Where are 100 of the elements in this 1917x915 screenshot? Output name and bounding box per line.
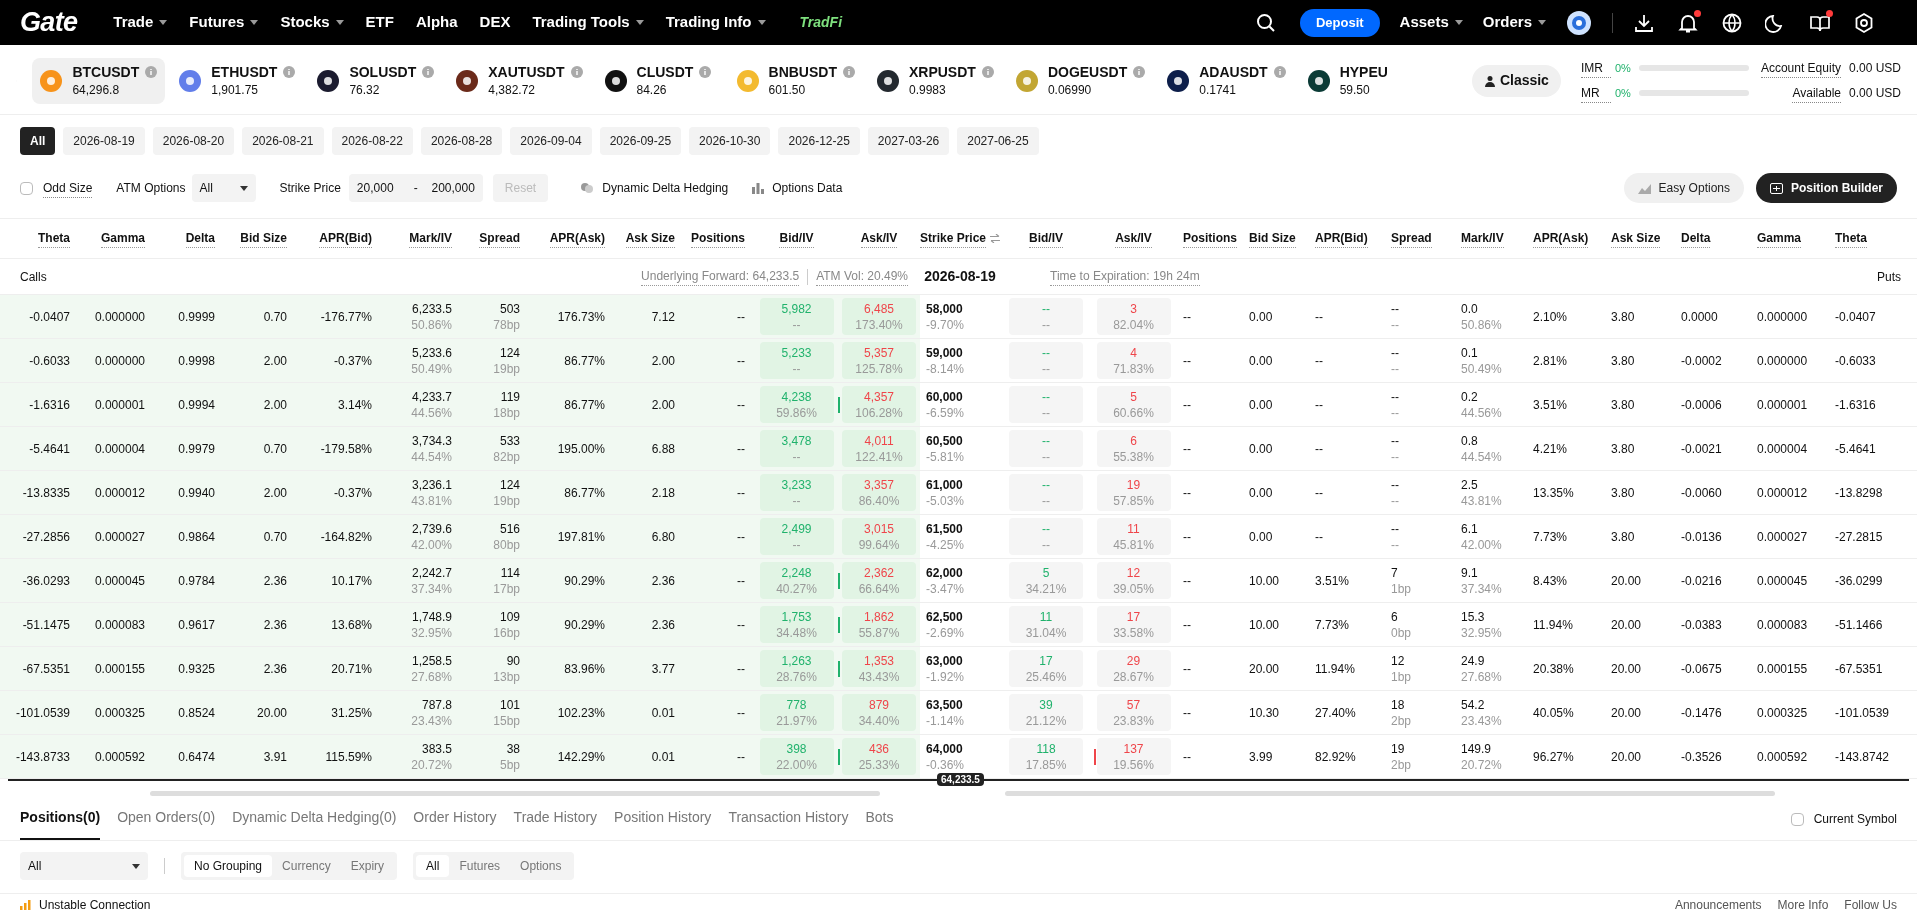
ticker-item[interactable]: ETHUSDT 1,901.75 xyxy=(171,57,304,104)
column-header[interactable]: Bid Size xyxy=(1249,229,1296,248)
positions-tab[interactable]: Dynamic Delta Hedging(0) xyxy=(232,807,397,840)
scrollbar[interactable] xyxy=(1005,790,1775,796)
footer-link[interactable]: Follow Us xyxy=(1844,895,1897,914)
column-header[interactable]: APR(Bid) xyxy=(1315,229,1368,248)
ask-quote[interactable]: 5 60.66% xyxy=(1096,386,1171,423)
ticker-item[interactable]: ADAUSDT 0.1741 xyxy=(1159,57,1294,104)
column-header[interactable]: Delta xyxy=(185,229,215,248)
ticker-item[interactable]: SOLUSDT 76.32 xyxy=(309,57,443,104)
column-header[interactable]: Bid/IV xyxy=(1029,229,1063,248)
column-header[interactable]: Theta xyxy=(38,229,70,248)
expiry-tab[interactable]: 2026-12-25 xyxy=(778,127,860,155)
column-header[interactable]: Ask Size xyxy=(1611,229,1661,248)
nav-menu-item[interactable]: Futures xyxy=(189,11,259,34)
column-header[interactable]: APR(Ask) xyxy=(1533,229,1589,248)
nav-menu-item[interactable]: Orders xyxy=(1482,11,1546,34)
avatar-icon[interactable] xyxy=(1566,9,1592,36)
expiry-tab[interactable]: 2026-09-04 xyxy=(510,127,592,155)
column-header[interactable]: Gamma xyxy=(100,229,145,248)
gate-logo[interactable]: Gate xyxy=(20,2,78,43)
easy-options-button[interactable]: Easy Options xyxy=(1623,173,1744,203)
toolbar-link[interactable]: Dynamic Delta Hedging xyxy=(580,179,729,197)
expiry-tab[interactable]: 2026-09-25 xyxy=(599,127,682,155)
nav-menu-item[interactable]: ETF xyxy=(365,11,394,34)
column-header[interactable]: Mark/IV xyxy=(1461,229,1504,248)
segment-option[interactable]: Expiry xyxy=(340,855,395,877)
segment-option[interactable]: Currency xyxy=(272,855,341,877)
ask-quote[interactable]: 17 33.58% xyxy=(1096,606,1171,643)
nav-menu-item[interactable]: Alpha xyxy=(415,11,458,34)
settings-icon[interactable] xyxy=(1853,11,1875,34)
column-header[interactable]: APR(Ask) xyxy=(549,229,605,248)
search-icon[interactable] xyxy=(1255,12,1276,33)
expiry-tab[interactable]: 2026-08-22 xyxy=(331,127,413,155)
column-header[interactable]: Mark/IV xyxy=(409,229,452,248)
checkbox[interactable] xyxy=(20,181,33,195)
strike-range-field[interactable]: 20,000 - 200,000 xyxy=(348,174,483,202)
atm-vol[interactable]: ATM Vol: 20.49% xyxy=(816,267,908,286)
expiry-tab[interactable]: 2027-06-25 xyxy=(957,127,1039,155)
ask-quote[interactable]: 19 57.85% xyxy=(1096,474,1171,511)
positions-tab[interactable]: Bots xyxy=(865,807,894,840)
nav-menu-item[interactable]: Assets xyxy=(1399,11,1463,34)
footer-link[interactable]: Announcements xyxy=(1674,895,1762,914)
nav-menu-item[interactable]: Stocks xyxy=(280,11,344,34)
column-header[interactable]: Ask/IV xyxy=(860,229,898,248)
footer-link[interactable]: More Info xyxy=(1777,895,1829,914)
ticker-item[interactable]: BTCUSDT 64,296.8 xyxy=(32,57,166,104)
positions-tab[interactable]: Transaction History xyxy=(728,807,849,840)
column-header[interactable]: Spread xyxy=(1391,229,1432,248)
positions-tab[interactable]: Position History xyxy=(614,807,712,840)
column-header[interactable]: Strike Price xyxy=(920,229,987,248)
classic-mode-button[interactable]: Classic xyxy=(1471,64,1561,97)
nav-menu-item[interactable]: Trading Info xyxy=(665,11,766,34)
expiry-tab[interactable]: All xyxy=(20,127,56,155)
column-header[interactable]: Ask/IV xyxy=(1115,229,1152,248)
ask-quote[interactable]: 6 55.38% xyxy=(1096,430,1171,467)
ticker-item[interactable]: HYPEU 59.50 xyxy=(1299,57,1426,104)
underlying-forward[interactable]: Underlying Forward: 64,233.5 xyxy=(641,267,800,286)
column-header[interactable]: Bid/IV xyxy=(779,229,814,248)
positions-tab[interactable]: Open Orders(0) xyxy=(117,807,216,840)
atm-options-dropdown[interactable]: All xyxy=(191,174,256,202)
column-header[interactable]: Delta xyxy=(1681,229,1711,248)
column-header[interactable]: Theta xyxy=(1835,229,1867,248)
scrollbar[interactable] xyxy=(150,790,880,796)
nav-menu-item[interactable]: Trade xyxy=(113,11,168,34)
column-header[interactable]: Spread xyxy=(479,229,520,248)
positions-tab[interactable]: Trade History xyxy=(513,807,598,840)
globe-icon[interactable] xyxy=(1721,11,1743,34)
ticker-item[interactable]: DOGEUSDT 0.06990 xyxy=(1007,57,1154,104)
column-header[interactable]: Positions xyxy=(1183,229,1237,248)
ticker-item[interactable]: CLUSDT 84.26 xyxy=(596,57,723,104)
expiry-tab[interactable]: 2026-08-19 xyxy=(63,127,145,155)
nav-menu-item[interactable]: DEX xyxy=(479,11,511,34)
expiry-tab[interactable]: 2026-08-28 xyxy=(420,127,503,155)
expiry-tab[interactable]: 2026-10-30 xyxy=(689,127,771,155)
segment-option[interactable]: No Grouping xyxy=(184,855,273,877)
column-header[interactable]: Bid Size xyxy=(240,229,287,248)
deposit-button[interactable]: Deposit xyxy=(1299,8,1380,37)
checkbox[interactable] xyxy=(1790,812,1804,826)
column-header[interactable]: APR(Bid) xyxy=(319,229,372,248)
position-builder-button[interactable]: Position Builder xyxy=(1756,173,1897,203)
positions-tab[interactable]: Order History xyxy=(413,807,497,840)
ticker-item[interactable]: XRPUSDT 0.9983 xyxy=(868,57,1002,104)
expiry-tab[interactable]: 2026-08-21 xyxy=(242,127,324,155)
ticker-item[interactable]: XAUTUSDT 4,382.72 xyxy=(448,57,591,104)
nav-menu-item[interactable]: Trading Tools xyxy=(532,11,644,34)
column-header[interactable]: Gamma xyxy=(1757,229,1802,248)
segment-option[interactable]: Futures xyxy=(449,855,511,877)
filter-dropdown[interactable]: All xyxy=(20,852,148,880)
positions-tab[interactable]: Positions(0) xyxy=(20,807,101,840)
ask-quote[interactable]: 12 39.05% xyxy=(1096,562,1171,599)
swap-icon[interactable] xyxy=(990,234,1000,243)
segment-option[interactable]: All xyxy=(416,855,450,877)
expiry-tab[interactable]: 2027-03-26 xyxy=(867,127,950,155)
ticker-item[interactable]: BNBUSDT 601.50 xyxy=(728,57,863,104)
time-to-expiration[interactable]: Time to Expiration: 19h 24m xyxy=(1050,267,1200,286)
ask-quote[interactable]: 29 28.67% xyxy=(1096,650,1171,687)
expiry-tab[interactable]: 2026-08-20 xyxy=(152,127,235,155)
tradfi-logo[interactable]: TradFi xyxy=(799,12,843,33)
segment-option[interactable]: Options xyxy=(510,855,572,877)
